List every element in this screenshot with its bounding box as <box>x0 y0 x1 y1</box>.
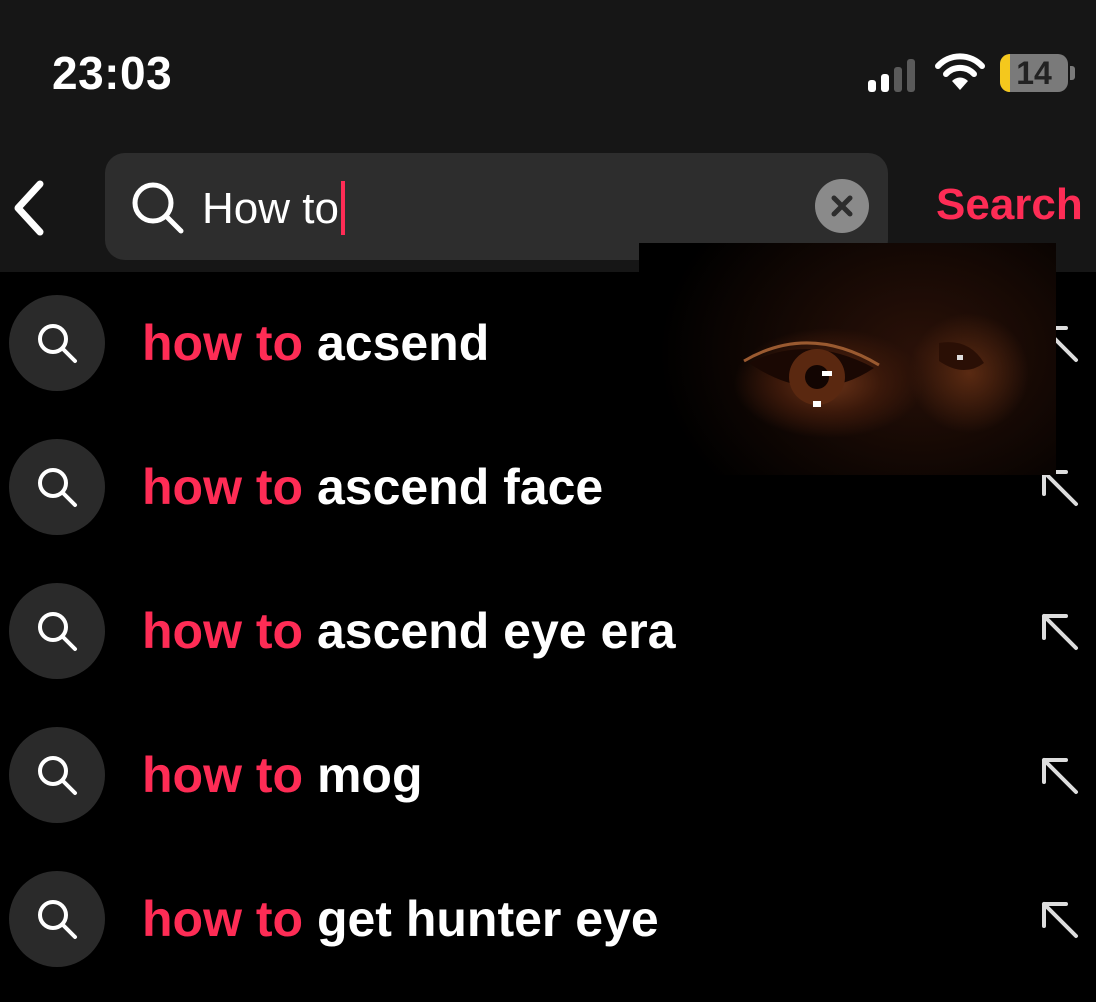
search-icon <box>38 612 77 651</box>
battery-cap <box>1070 66 1075 80</box>
battery-icon: 14 <box>1000 54 1068 92</box>
suggestion-item[interactable]: how to ascend eye era <box>0 559 1096 703</box>
arrow-up-left-icon[interactable] <box>1036 896 1082 942</box>
suggestion-item[interactable]: how to get hunter eye <box>0 847 1096 991</box>
suggestion-text: how to ascend eye era <box>142 603 676 659</box>
back-chevron-icon[interactable] <box>8 178 52 238</box>
arrow-up-left-icon[interactable] <box>1036 608 1082 654</box>
suggestion-search-badge <box>9 727 105 823</box>
close-icon <box>831 195 853 217</box>
search-icon <box>38 324 77 363</box>
suggestion-search-badge <box>9 295 105 391</box>
search-query[interactable]: How to <box>202 181 345 235</box>
suggestion-text: how to mog <box>142 747 423 803</box>
search-icon <box>38 468 77 507</box>
arrow-up-left-icon[interactable] <box>1036 752 1082 798</box>
suggestion-text: how to acsend <box>142 315 490 371</box>
clear-button[interactable] <box>815 179 869 233</box>
eye-artwork <box>743 341 984 407</box>
suggestion-text: how to ascend face <box>142 459 604 515</box>
status-time: 23:03 <box>52 47 173 99</box>
cellular-signal-icon <box>868 58 920 92</box>
text-caret <box>340 181 345 235</box>
suggestion-search-badge <box>9 583 105 679</box>
search-button[interactable]: Search <box>936 180 1083 230</box>
search-icon <box>38 756 77 795</box>
suggestion-item[interactable]: how to mog <box>0 703 1096 847</box>
suggestion-search-badge <box>9 871 105 967</box>
search-icon <box>132 182 184 234</box>
top-bar: 23:03 14 How to Search <box>0 0 1096 272</box>
eyes-thumbnail-image <box>639 243 1056 475</box>
suggestion-search-badge <box>9 439 105 535</box>
wifi-icon <box>935 53 985 90</box>
suggestion-text: how to get hunter eye <box>142 891 659 947</box>
search-icon <box>38 900 77 939</box>
battery-level: 14 <box>1016 55 1052 91</box>
